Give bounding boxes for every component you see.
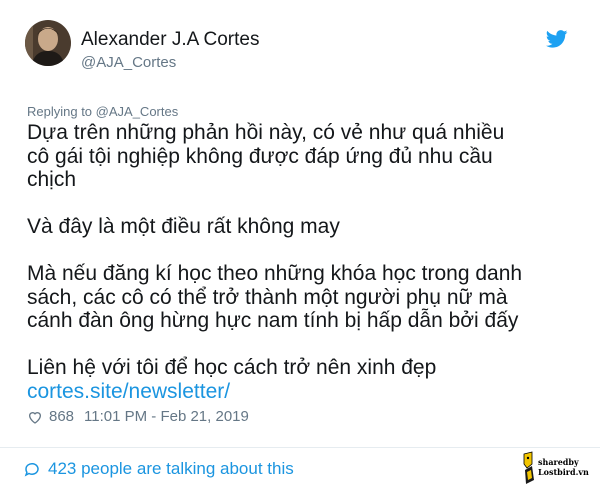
- divider: [0, 447, 600, 448]
- replying-prefix: Replying to: [27, 104, 96, 119]
- talking-count: 423 people are talking about this: [48, 459, 294, 478]
- timestamp[interactable]: 11:01 PM - Feb 21, 2019: [84, 408, 249, 425]
- like-count[interactable]: 868: [49, 408, 74, 425]
- lostbird-mascot-icon: [523, 451, 534, 484]
- tweet-header: Alexander J.A Cortes @AJA_Cortes: [25, 20, 580, 80]
- replying-to-handle[interactable]: @AJA_Cortes: [96, 104, 179, 119]
- conversation-link[interactable]: 423 people are talking about this: [23, 459, 294, 479]
- line-5: Mà nếu đăng kí học theo những khóa học t…: [27, 262, 523, 285]
- line-6: sách, các cô có thể trở thành một người …: [27, 285, 508, 309]
- line-7: cánh đàn ông hừng hực nam tính bị hấp dẫ…: [27, 309, 519, 332]
- author-block: Alexander J.A Cortes @AJA_Cortes: [81, 29, 259, 72]
- watermark-line1: sharedby: [538, 457, 579, 467]
- tweet-meta: 868 11:01 PM - Feb 21, 2019: [27, 408, 249, 425]
- sharedby-lostbird-logo: sharedby Lostbird.vn: [523, 451, 589, 484]
- handle[interactable]: @AJA_Cortes: [81, 53, 259, 72]
- tweet-text: Dựa trên những phản hồi này, có vẻ như q…: [27, 121, 572, 403]
- replying-to: Replying to @AJA_Cortes: [27, 104, 178, 119]
- line-4: Và đây là một điều rất không may: [27, 215, 340, 238]
- avatar[interactable]: [25, 20, 71, 66]
- line-3: chịch: [27, 168, 77, 191]
- line-1: Dựa trên những phản hồi này, có vẻ như q…: [27, 121, 505, 144]
- twitter-bird-icon[interactable]: [546, 30, 568, 48]
- line-8: Liên hệ với tôi để học cách trở nên xinh…: [27, 356, 437, 379]
- newsletter-link[interactable]: cortes.site/newsletter/: [27, 380, 572, 404]
- speech-bubble-icon: [24, 462, 39, 477]
- line-2: cô gái tội nghiệp không được đáp ứng đủ …: [27, 144, 493, 168]
- heart-icon[interactable]: [27, 409, 43, 425]
- watermark-line2: Lostbird.vn: [538, 467, 589, 477]
- display-name[interactable]: Alexander J.A Cortes: [81, 29, 259, 51]
